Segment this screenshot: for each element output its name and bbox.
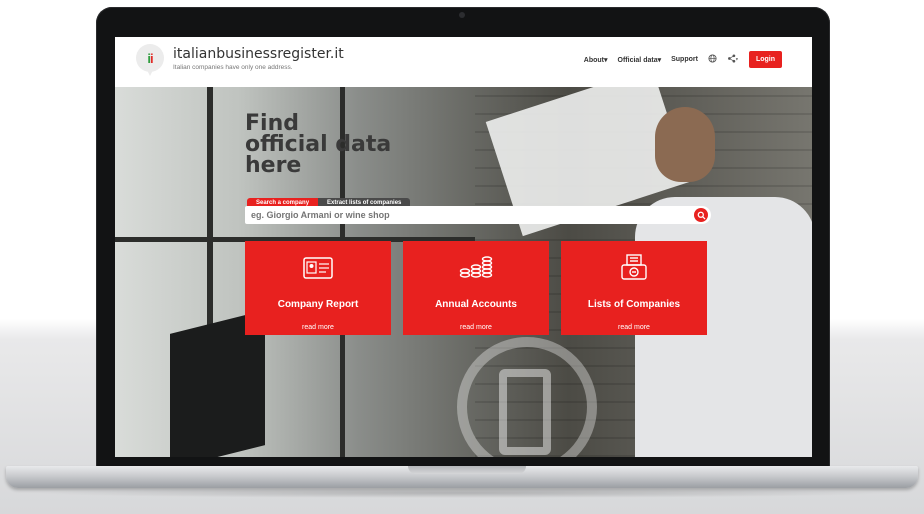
feature-cards: Company Report read more Annual Accounts… [245, 241, 707, 335]
logo-pin-icon[interactable]: ii [136, 44, 164, 76]
laptop-base [6, 466, 918, 488]
search-icon [697, 211, 706, 220]
svg-text:▾: ▾ [736, 56, 739, 61]
hero-person-head [655, 107, 715, 182]
laptop-lid: ii italianbusinessregister.it Italian co… [96, 7, 830, 469]
search-box [245, 206, 711, 224]
camera-dot [459, 12, 465, 18]
floor-shadow [30, 488, 894, 498]
logo-mark: ii [147, 50, 153, 66]
coins-icon [459, 253, 493, 283]
read-more-link[interactable]: read more [618, 324, 650, 331]
chevron-down-icon: ▾ [604, 56, 608, 64]
card-title: Company Report [277, 299, 359, 310]
card-title: Lists of Companies [587, 299, 681, 310]
share-icon[interactable]: ▾ [727, 54, 739, 65]
hero-title: Find official data here [245, 111, 392, 178]
nav-support[interactable]: Support [671, 56, 698, 63]
main-nav: About▾ Official data▾ Support ▾ Login [584, 51, 812, 68]
globe-icon[interactable] [708, 54, 717, 65]
card-annual-accounts[interactable]: Annual Accounts read more [403, 241, 549, 335]
read-more-link[interactable]: read more [302, 324, 334, 331]
brand-name[interactable]: italianbusinessregister.it [173, 46, 344, 62]
card-lists-of-companies[interactable]: Lists of Companies read more [561, 241, 707, 335]
laptop-base-notch [408, 466, 526, 474]
site-header: ii italianbusinessregister.it Italian co… [115, 37, 812, 87]
read-more-link[interactable]: read more [460, 324, 492, 331]
laptop-screen: ii italianbusinessregister.it Italian co… [115, 37, 812, 457]
card-company-report[interactable]: Company Report read more [245, 241, 391, 335]
login-button[interactable]: Login [748, 51, 782, 68]
printer-list-icon [619, 253, 649, 283]
search-input[interactable] [245, 209, 683, 221]
watermark-logo-inner [499, 369, 551, 455]
brand-tagline: Italian companies have only one address. [173, 64, 293, 71]
card-title: Annual Accounts [435, 299, 517, 310]
nav-about[interactable]: About▾ [584, 56, 608, 64]
nav-official-data[interactable]: Official data▾ [618, 56, 662, 64]
search-button[interactable] [694, 208, 708, 222]
hero-section: Find official data here Search a company… [115, 87, 812, 457]
chevron-down-icon: ▾ [657, 56, 662, 64]
id-card-icon [303, 253, 333, 283]
